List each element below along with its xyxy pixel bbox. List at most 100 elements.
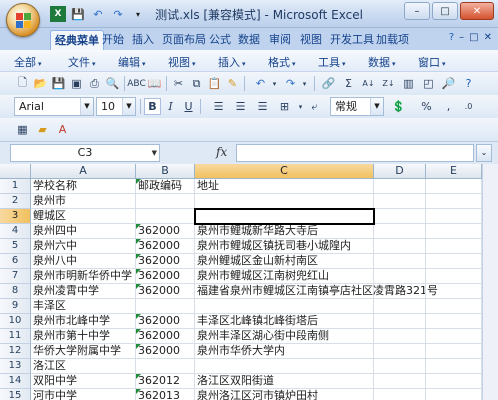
column-header-d[interactable]: D	[374, 164, 426, 179]
currency-icon[interactable]: 💲	[390, 98, 407, 115]
format-painter-icon[interactable]: ✎	[224, 75, 241, 92]
menu-view[interactable]: 视图 ▾	[168, 54, 196, 70]
menu-all[interactable]: 全部 ▾	[14, 54, 42, 70]
cell-b12[interactable]: 362000	[136, 344, 195, 359]
zoom-icon[interactable]: 🔎	[440, 75, 457, 92]
tab-home[interactable]: 开始	[98, 30, 128, 50]
row-header[interactable]: 9	[0, 299, 31, 314]
cell-d9[interactable]	[374, 299, 426, 314]
save-icon[interactable]: 💾	[50, 75, 67, 92]
tab-page-layout[interactable]: 页面布局	[158, 30, 210, 50]
cell-e12[interactable]	[426, 344, 482, 359]
wrap-text-icon[interactable]: ⤶	[306, 98, 323, 115]
row-header[interactable]: 5	[0, 239, 31, 254]
cell-d15[interactable]	[374, 389, 426, 400]
menu-edit[interactable]: 编辑 ▾	[118, 54, 146, 70]
cell-e6[interactable]	[426, 254, 482, 269]
cell-e4[interactable]	[426, 224, 482, 239]
cell-c8[interactable]: 福建省泉州市鲤城区江南镇亭店社区凌霄路321号	[195, 284, 438, 299]
redo-dropdown-icon[interactable]: ▾	[296, 75, 313, 92]
tab-add-ins[interactable]: 加载项	[372, 30, 413, 50]
borders-icon[interactable]: ▦	[14, 121, 31, 138]
cell-d1[interactable]	[374, 179, 426, 194]
column-header-c[interactable]: C	[195, 164, 374, 179]
ribbon-minimize-icon[interactable]: –	[459, 32, 464, 43]
cell-e14[interactable]	[426, 374, 482, 389]
tab-insert[interactable]: 插入	[128, 30, 158, 50]
cell-b1[interactable]: 邮政编码	[136, 179, 195, 194]
sort-descending-icon[interactable]: Z↓	[380, 75, 397, 92]
fill-color-icon[interactable]: ▰	[34, 121, 51, 138]
percent-button[interactable]: %	[418, 98, 435, 115]
cell-a3[interactable]: 鲤城区	[31, 209, 136, 224]
cell-c5[interactable]: 泉州市鲤城区镇抚司巷小城隍内	[195, 239, 374, 254]
cell-e15[interactable]	[426, 389, 482, 400]
cell-b3[interactable]	[136, 209, 195, 224]
expand-formula-bar-icon[interactable]: ⌄	[476, 144, 492, 162]
cell-a9[interactable]: 丰泽区	[31, 299, 136, 314]
cell-d8[interactable]	[374, 284, 426, 299]
align-right-icon[interactable]: ☰	[254, 98, 271, 115]
row-header[interactable]: 15	[0, 389, 31, 400]
cell-e8[interactable]	[426, 284, 482, 299]
cell-b8[interactable]: 362000	[136, 284, 195, 299]
cell-a11[interactable]: 泉州市第十中学	[31, 329, 136, 344]
column-header-a[interactable]: A	[31, 164, 136, 179]
cell-d3[interactable]	[374, 209, 426, 224]
italic-button[interactable]: I	[162, 98, 179, 115]
cell-c9[interactable]	[195, 299, 374, 314]
cut-icon[interactable]: ✂	[170, 75, 187, 92]
row-header[interactable]: 13	[0, 359, 31, 374]
cell-c1[interactable]: 地址	[195, 179, 374, 194]
font-size-select[interactable]: 10 ▼	[96, 97, 136, 116]
cell-b13[interactable]	[136, 359, 195, 374]
column-header-e[interactable]: E	[426, 164, 482, 179]
cell-e2[interactable]	[426, 194, 482, 209]
cell-a15[interactable]: 河市中学	[31, 389, 136, 400]
font-name-select[interactable]: Arial ▼	[14, 97, 94, 116]
tab-view[interactable]: 视图	[296, 30, 326, 50]
row-header[interactable]: 8	[0, 284, 31, 299]
worksheet-grid[interactable]: A B C D E 1 学校名称 邮政编码 地址 2 泉州市 3 鲤城区 4 泉州四中 362000…	[0, 164, 498, 400]
minimize-button[interactable]: –	[404, 2, 430, 20]
cell-e11[interactable]	[426, 329, 482, 344]
menu-insert[interactable]: 插入 ▾	[218, 54, 246, 70]
align-left-icon[interactable]: ☰	[210, 98, 227, 115]
cell-e7[interactable]	[426, 269, 482, 284]
cell-d6[interactable]	[374, 254, 426, 269]
ribbon-close-icon[interactable]: ✕	[484, 32, 492, 43]
tab-formulas[interactable]: 公式	[205, 30, 235, 50]
cell-b14[interactable]: 362012	[136, 374, 195, 389]
cell-a4[interactable]: 泉州四中	[31, 224, 136, 239]
cell-d4[interactable]	[374, 224, 426, 239]
cell-b4[interactable]: 362000	[136, 224, 195, 239]
cell-a6[interactable]: 泉州八中	[31, 254, 136, 269]
open-icon[interactable]: 📂	[32, 75, 49, 92]
active-cell-indicator[interactable]	[194, 208, 375, 225]
menu-tools[interactable]: 工具 ▾	[318, 54, 346, 70]
cell-a14[interactable]: 双阳中学	[31, 374, 136, 389]
cell-d5[interactable]	[374, 239, 426, 254]
align-center-icon[interactable]: ☰	[232, 98, 249, 115]
cell-d2[interactable]	[374, 194, 426, 209]
chart-icon[interactable]: ▥	[400, 75, 417, 92]
cell-c10[interactable]: 丰泽区北峰镇北峰街塔后	[195, 314, 374, 329]
cell-b2[interactable]	[136, 194, 195, 209]
cell-c15[interactable]: 泉州洛江区河市镇炉田村	[195, 389, 374, 400]
cell-b10[interactable]: 362000	[136, 314, 195, 329]
research-icon[interactable]: 📖	[146, 75, 163, 92]
office-button[interactable]	[6, 3, 40, 37]
cell-e1[interactable]	[426, 179, 482, 194]
cell-c4[interactable]: 泉州市鲤城新华路大寺后	[195, 224, 374, 239]
row-header[interactable]: 1	[0, 179, 31, 194]
cell-c2[interactable]	[195, 194, 374, 209]
cell-d13[interactable]	[374, 359, 426, 374]
cell-e3[interactable]	[426, 209, 482, 224]
spelling-icon[interactable]: ABC	[127, 75, 145, 92]
help-icon[interactable]: ?	[460, 75, 477, 92]
cell-b6[interactable]: 362000	[136, 254, 195, 269]
sort-ascending-icon[interactable]: A↓	[360, 75, 377, 92]
hyperlink-icon[interactable]: 🔗	[320, 75, 337, 92]
column-header-b[interactable]: B	[136, 164, 195, 179]
cell-c11[interactable]: 泉州丰泽区湖心街中段南侧	[195, 329, 374, 344]
